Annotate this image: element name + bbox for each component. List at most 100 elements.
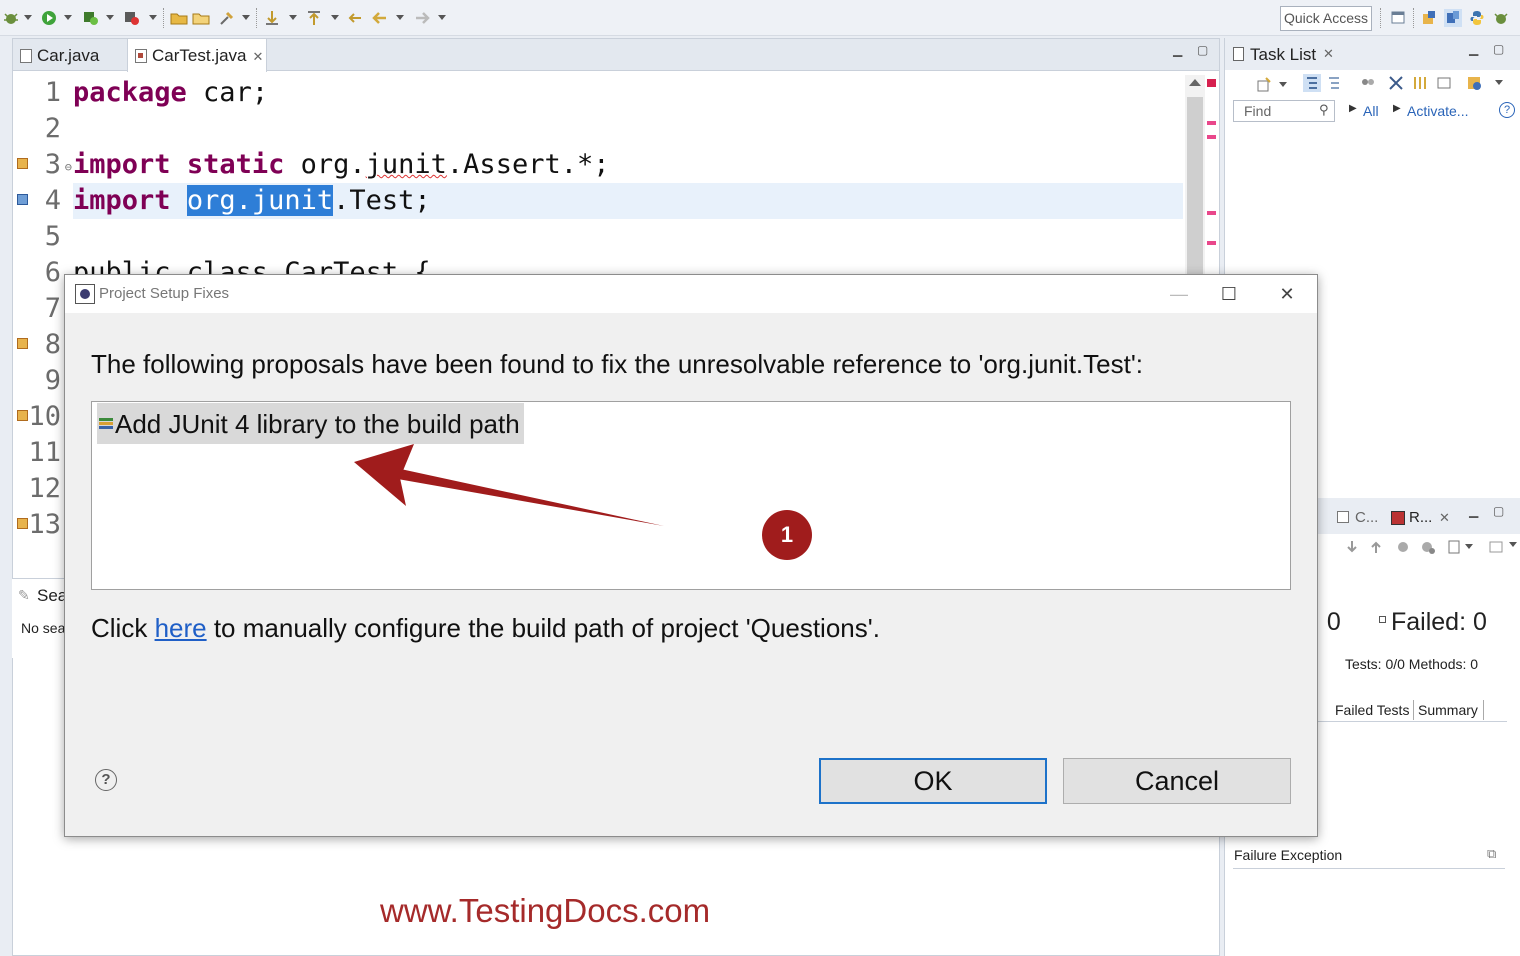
forward-icon[interactable] [413, 9, 431, 27]
error-overview-marker[interactable] [1207, 211, 1216, 215]
layout-icon[interactable] [1487, 538, 1505, 556]
next-annotation-dropdown-icon[interactable] [289, 15, 297, 20]
ok-button[interactable]: OK [819, 758, 1047, 804]
previous-annotation-dropdown-icon[interactable] [331, 15, 339, 20]
task-list-title[interactable]: Task List [1250, 45, 1316, 65]
run-dropdown-icon[interactable] [64, 15, 72, 20]
collapse-icon[interactable] [1387, 74, 1405, 92]
previous-failure-icon[interactable] [1367, 538, 1385, 556]
search-view-title[interactable]: Sea [37, 586, 67, 606]
error-marker-icon[interactable] [17, 410, 28, 421]
close-window-button[interactable]: ✕ [1265, 280, 1309, 308]
error-marker-icon[interactable] [17, 518, 28, 529]
error-overview-marker[interactable] [1207, 79, 1216, 87]
view-menu-icon[interactable] [1509, 542, 1517, 547]
scroll-up-icon[interactable] [1189, 79, 1201, 86]
minimize-window-button[interactable]: — [1157, 280, 1201, 308]
filter-icon[interactable] [1435, 74, 1453, 92]
error-overview-marker[interactable] [1207, 241, 1216, 245]
triangle-right-icon: ▶ [1349, 103, 1357, 114]
debug-perspective-icon[interactable] [1492, 9, 1510, 27]
history-dropdown-icon[interactable] [1465, 544, 1473, 549]
categorized-icon[interactable] [1303, 74, 1321, 92]
java-ee-perspective-icon[interactable] [1420, 9, 1438, 27]
search-tool-dropdown-icon[interactable] [242, 15, 250, 20]
task-list-icon [1233, 47, 1244, 61]
tab-divider [1483, 700, 1484, 720]
minimize-icon[interactable]: ▁ [1469, 504, 1478, 518]
next-failure-icon[interactable] [1343, 538, 1361, 556]
cancel-button[interactable]: Cancel [1063, 758, 1291, 804]
fold-icon[interactable]: ⊖ [65, 149, 72, 185]
run-icon[interactable] [40, 9, 58, 27]
last-edit-icon[interactable] [347, 9, 365, 27]
close-icon[interactable]: ✕ [252, 49, 263, 64]
previous-annotation-icon[interactable] [305, 9, 323, 27]
proposal-add-junit4[interactable]: Add JUnit 4 library to the build path [97, 403, 524, 444]
error-marker-icon[interactable] [17, 338, 28, 349]
maximize-window-button[interactable]: ☐ [1207, 280, 1251, 308]
error-marker-icon[interactable] [17, 158, 28, 169]
activate-link[interactable]: Activate... [1407, 103, 1468, 119]
dialog-title-bar[interactable]: Project Setup Fixes — ☐ ✕ [65, 275, 1317, 313]
synchronize-icon[interactable] [1411, 74, 1429, 92]
close-icon[interactable]: ✕ [1439, 510, 1450, 526]
open-folder-icon[interactable] [170, 9, 188, 27]
error-overview-marker[interactable] [1207, 135, 1216, 139]
open-perspective-icon[interactable] [1390, 9, 1408, 27]
tab-console[interactable]: C... [1355, 509, 1378, 526]
tab-failed-tests[interactable]: Failed Tests [1335, 702, 1409, 718]
tab-junit[interactable]: R... [1409, 509, 1432, 526]
search-tool-icon[interactable] [218, 9, 236, 27]
java-file-error-icon [135, 49, 147, 63]
rerun-failed-icon[interactable] [1419, 538, 1437, 556]
back-icon[interactable] [371, 9, 389, 27]
tab-cartest-java[interactable]: CarTest.java ✕ [127, 39, 267, 72]
new-task-icon[interactable] [1255, 76, 1273, 94]
maximize-icon[interactable]: ▢ [1493, 42, 1504, 56]
close-icon[interactable]: ✕ [1323, 46, 1334, 62]
external-tools-dropdown-icon[interactable] [149, 15, 157, 20]
back-dropdown-icon[interactable] [396, 15, 404, 20]
forward-dropdown-icon[interactable] [438, 15, 446, 20]
debug-dropdown-icon[interactable] [24, 15, 32, 20]
code-text-area[interactable]: package car; import static org.junit.Ass… [73, 75, 1183, 291]
tab-car-java[interactable]: Car.java [13, 39, 127, 71]
new-task-dropdown-icon[interactable] [1279, 82, 1287, 87]
step-number-badge: 1 [762, 510, 812, 560]
open-project-icon[interactable] [192, 9, 210, 27]
here-link[interactable]: here [155, 613, 207, 643]
maximize-icon[interactable]: ▢ [1493, 504, 1504, 518]
tab-summary[interactable]: Summary [1418, 702, 1478, 718]
view-menu-icon[interactable] [1495, 80, 1503, 85]
quick-access-input[interactable]: Quick Access [1280, 6, 1372, 31]
all-link[interactable]: All [1363, 103, 1379, 119]
debug-icon[interactable] [2, 9, 20, 27]
history-icon[interactable] [1445, 538, 1463, 556]
scheduled-icon[interactable] [1325, 74, 1343, 92]
help-icon[interactable]: ? [95, 769, 117, 791]
help-icon[interactable]: ? [1499, 102, 1515, 118]
minimize-icon[interactable]: ▁ [1469, 42, 1478, 56]
failure-icon [1379, 616, 1386, 623]
error-overview-marker[interactable] [1207, 121, 1216, 125]
compare-icon[interactable]: ⧉ [1487, 846, 1496, 862]
watermark: www.TestingDocs.com [380, 892, 711, 929]
task-list-header: Task List ✕ ▁ ▢ [1225, 38, 1520, 70]
proposal-list[interactable]: Add JUnit 4 library to the build path [91, 401, 1291, 590]
eclipse-icon [75, 284, 95, 304]
focus-icon[interactable] [1359, 74, 1377, 92]
repository-icon[interactable] [1465, 74, 1483, 92]
java-perspective-icon[interactable] [1444, 9, 1462, 27]
python-perspective-icon[interactable] [1468, 9, 1486, 27]
coverage-icon[interactable] [82, 9, 100, 27]
scrollbar-thumb[interactable] [1187, 97, 1203, 277]
rerun-icon[interactable] [1395, 538, 1413, 556]
quick-fix-marker-icon[interactable] [17, 194, 28, 205]
coverage-dropdown-icon[interactable] [106, 15, 114, 20]
external-tools-icon[interactable] [123, 9, 141, 27]
maximize-icon[interactable]: ▢ [1197, 43, 1208, 57]
minimize-icon[interactable]: ▁ [1173, 43, 1182, 57]
next-annotation-icon[interactable] [263, 9, 281, 27]
